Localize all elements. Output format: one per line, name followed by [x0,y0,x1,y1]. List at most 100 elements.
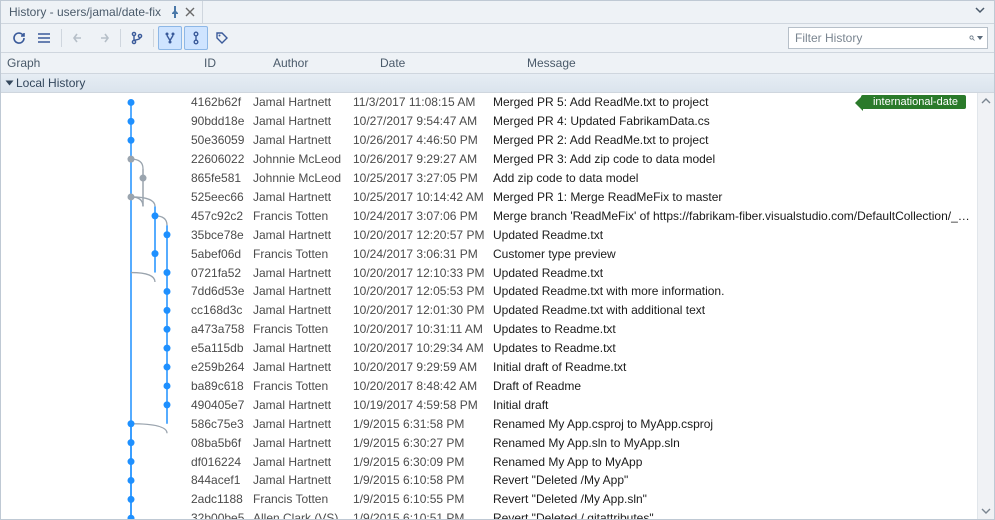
simple-graph-button[interactable] [184,26,208,50]
filter-history-input[interactable] [793,30,969,46]
expand-icon [6,81,14,86]
filter-history-box[interactable] [788,27,988,49]
commit-row[interactable]: 844acef1Jamal Hartnett1/9/2015 6:10:58 P… [1,471,978,490]
graph-cell [1,433,191,452]
commit-row[interactable]: cc168d3cJamal Hartnett10/20/2017 12:01:3… [1,301,978,320]
commit-date: 10/20/2017 12:01:30 PM [353,303,493,317]
vertical-scrollbar[interactable] [977,93,994,519]
toolbar-separator [61,29,62,47]
graph-cell [1,93,191,112]
close-tab-icon[interactable] [185,7,196,18]
commit-id: e259b264 [191,360,253,374]
branch-tag[interactable]: international-date [861,95,966,109]
commit-row[interactable]: 22606022Johnnie McLeod10/26/2017 9:29:27… [1,150,978,169]
commit-message: Initial draft of Readme.txt [493,360,978,374]
window-menu-icon[interactable] [974,4,988,18]
nav-back-button[interactable] [66,26,90,50]
commit-row[interactable]: 490405e7Jamal Hartnett10/19/2017 4:59:58… [1,395,978,414]
detailed-view-button[interactable] [33,26,57,50]
commit-id: df016224 [191,455,253,469]
commit-row[interactable]: e5a115dbJamal Hartnett10/20/2017 10:29:3… [1,339,978,358]
col-author[interactable]: Author [267,56,374,70]
graph-cell [1,358,191,377]
commit-row[interactable]: 525eec66Jamal Hartnett10/25/2017 10:14:4… [1,188,978,207]
graph-cell [1,131,191,150]
group-local-history[interactable]: Local History [1,74,994,93]
commit-message: Add zip code to data model [493,171,978,185]
commit-author: Jamal Hartnett [253,228,353,242]
graph-cell [1,452,191,471]
commit-id: 865fe581 [191,171,253,185]
commit-date: 1/9/2015 6:30:27 PM [353,436,493,450]
search-icon[interactable] [969,31,983,45]
commit-date: 10/25/2017 10:14:42 AM [353,190,493,204]
history-body: 4162b62fJamal Hartnett11/3/2017 11:08:15… [1,93,994,519]
commit-row[interactable]: 4162b62fJamal Hartnett11/3/2017 11:08:15… [1,93,978,112]
commit-row[interactable]: 7dd6d53eJamal Hartnett10/20/2017 12:05:5… [1,282,978,301]
commit-row[interactable]: 32b00be5Allen Clark (VS)1/9/2015 6:10:51… [1,509,978,519]
commit-row[interactable]: 586c75e3Jamal Hartnett1/9/2015 6:31:58 P… [1,414,978,433]
commit-id: 525eec66 [191,190,253,204]
column-header-row: Graph ID Author Date Message [1,53,994,74]
graph-cell [1,301,191,320]
refresh-button[interactable] [7,26,31,50]
commit-row[interactable]: 08ba5b6fJamal Hartnett1/9/2015 6:30:27 P… [1,433,978,452]
scroll-up-icon[interactable] [981,96,991,106]
commit-message: Customer type preview [493,247,978,261]
col-graph[interactable]: Graph [1,56,198,70]
commit-id: 7dd6d53e [191,284,253,298]
commit-id: 2adc1188 [191,492,253,506]
commit-id: 90bdd18e [191,114,253,128]
graph-cell [1,320,191,339]
commit-date: 10/20/2017 10:29:34 AM [353,341,493,355]
col-date[interactable]: Date [374,56,521,70]
graph-cell [1,225,191,244]
commit-message: Merged PR 4: Updated FabrikamData.cs [493,114,978,128]
commit-id: 844acef1 [191,473,253,487]
graph-cell [1,150,191,169]
new-branch-button[interactable] [125,26,149,50]
commit-id: 0721fa52 [191,266,253,280]
commit-message: Updated Readme.txt with additional text [493,303,978,317]
nav-forward-button[interactable] [92,26,116,50]
graph-cell [1,282,191,301]
graph-cell [1,339,191,358]
commit-author: Jamal Hartnett [253,436,353,450]
commit-row[interactable]: 5abef06dFrancis Totten10/24/2017 3:06:31… [1,244,978,263]
commit-row[interactable]: a473a758Francis Totten10/20/2017 10:31:1… [1,320,978,339]
commit-row[interactable]: 90bdd18eJamal Hartnett10/27/2017 9:54:47… [1,112,978,131]
toolbar-separator [120,29,121,47]
pin-icon[interactable] [169,6,181,18]
commit-row[interactable]: 865fe581Johnnie McLeod10/25/2017 3:27:05… [1,169,978,188]
graph-cell [1,509,191,519]
commit-id: 08ba5b6f [191,436,253,450]
graph-cell [1,471,191,490]
commit-message: Revert "Deleted /My App.sln" [493,492,978,506]
show-tags-button[interactable] [210,26,234,50]
full-graph-button[interactable] [158,26,182,50]
commit-author: Jamal Hartnett [253,360,353,374]
commit-date: 10/20/2017 9:29:59 AM [353,360,493,374]
commit-message: Merged PR 3: Add zip code to data model [493,152,978,166]
chevron-down-icon[interactable] [977,36,983,40]
commit-row[interactable]: 457c92c2Francis Totten10/24/2017 3:07:06… [1,206,978,225]
commit-date: 10/25/2017 3:27:05 PM [353,171,493,185]
commit-row[interactable]: 35bce78eJamal Hartnett10/20/2017 12:20:5… [1,225,978,244]
commit-row[interactable]: 0721fa52Jamal Hartnett10/20/2017 12:10:3… [1,263,978,282]
history-tab[interactable]: History - users/jamal/date-fix [1,1,203,23]
commit-row[interactable]: ba89c618Francis Totten10/20/2017 8:48:42… [1,377,978,396]
commit-message: Updated Readme.txt [493,266,978,280]
commit-row[interactable]: 2adc1188Francis Totten1/9/2015 6:10:55 P… [1,490,978,509]
graph-cell [1,206,191,225]
commit-row[interactable]: 50e36059Jamal Hartnett10/26/2017 4:46:50… [1,131,978,150]
commit-id: 586c75e3 [191,417,253,431]
commit-date: 11/3/2017 11:08:15 AM [353,95,493,109]
col-message[interactable]: Message [521,56,994,70]
col-id[interactable]: ID [198,56,267,70]
toolbar [1,24,994,53]
commit-row[interactable]: df016224Jamal Hartnett1/9/2015 6:30:09 P… [1,452,978,471]
commit-date: 10/24/2017 3:06:31 PM [353,247,493,261]
commit-row[interactable]: e259b264Jamal Hartnett10/20/2017 9:29:59… [1,358,978,377]
scroll-down-icon[interactable] [981,506,991,516]
commit-author: Jamal Hartnett [253,398,353,412]
